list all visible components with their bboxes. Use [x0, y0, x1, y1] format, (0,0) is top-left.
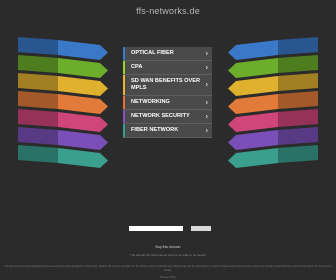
menu-item-label: NETWORKING: [131, 99, 170, 105]
wing-band-arrow: [228, 94, 278, 114]
chevron-right-icon: ›: [205, 50, 208, 57]
wing-band-arrow: [228, 148, 278, 168]
wing-band: [18, 127, 58, 145]
search-form: [129, 226, 212, 244]
category-menu: OPTICAL FIBER › CPA › SD WAN BENEFITS OVER M…: [123, 47, 212, 138]
privacy-policy-link[interactable]: Privacy Policy: [0, 276, 336, 279]
wing-band-arrow: [228, 112, 278, 132]
wing-band: [18, 73, 58, 91]
chevron-right-icon: ›: [205, 64, 208, 71]
menu-item-fiber-network[interactable]: FIBER NETWORK ›: [123, 124, 212, 138]
chevron-right-icon: ›: [205, 127, 208, 134]
wing-band-arrow: [58, 76, 108, 96]
wing-band-arrow: [228, 58, 278, 78]
wing-band: [18, 145, 58, 163]
menu-item-label: SD WAN BENEFITS OVER MPLS: [131, 78, 200, 91]
wing-band-arrow: [58, 130, 108, 150]
wing-band: [278, 37, 318, 55]
wing-band: [278, 109, 318, 127]
wing-band: [18, 91, 58, 109]
disclaimer-text: The Sponsored Listings displayed above a…: [4, 265, 332, 272]
wing-band-arrow: [228, 76, 278, 96]
wing-band: [18, 37, 58, 55]
wing-band-arrow: [58, 112, 108, 132]
wing-band: [18, 109, 58, 127]
search-button[interactable]: [191, 226, 212, 231]
chevron-right-icon: ›: [205, 81, 208, 89]
wing-band-arrow: [228, 130, 278, 150]
wing-band: [278, 91, 318, 109]
search-input[interactable]: [129, 226, 183, 231]
sale-notice: The domain ffs-networks.de may be for sa…: [130, 253, 206, 257]
menu-item-sd-wan-benefits-over-mpls[interactable]: SD WAN BENEFITS OVER MPLS ›: [123, 75, 212, 96]
buy-domain-link[interactable]: Buy this domain: [0, 245, 336, 249]
chevron-right-icon: ›: [205, 99, 208, 106]
wing-band-arrow: [58, 58, 108, 78]
menu-item-label: FIBER NETWORK: [131, 127, 179, 133]
menu-item-label: OPTICAL FIBER: [131, 50, 174, 56]
wing-band: [278, 127, 318, 145]
menu-item-label: NETWORK SECURITY: [131, 113, 190, 119]
wing-band: [278, 145, 318, 163]
wing-band-arrow: [58, 148, 108, 168]
wing-band: [18, 55, 58, 73]
wing-band-arrow: [58, 94, 108, 114]
chevron-right-icon: ›: [205, 113, 208, 120]
wing-band: [278, 73, 318, 91]
wing-band-arrow: [58, 40, 108, 60]
menu-item-label: CPA: [131, 64, 143, 70]
wing-band-arrow: [228, 40, 278, 60]
menu-item-network-security[interactable]: NETWORK SECURITY ›: [123, 110, 212, 124]
menu-item-optical-fiber[interactable]: OPTICAL FIBER ›: [123, 47, 212, 61]
wing-band: [278, 55, 318, 73]
menu-item-cpa[interactable]: CPA ›: [123, 61, 212, 75]
menu-item-networking[interactable]: NETWORKING ›: [123, 96, 212, 110]
